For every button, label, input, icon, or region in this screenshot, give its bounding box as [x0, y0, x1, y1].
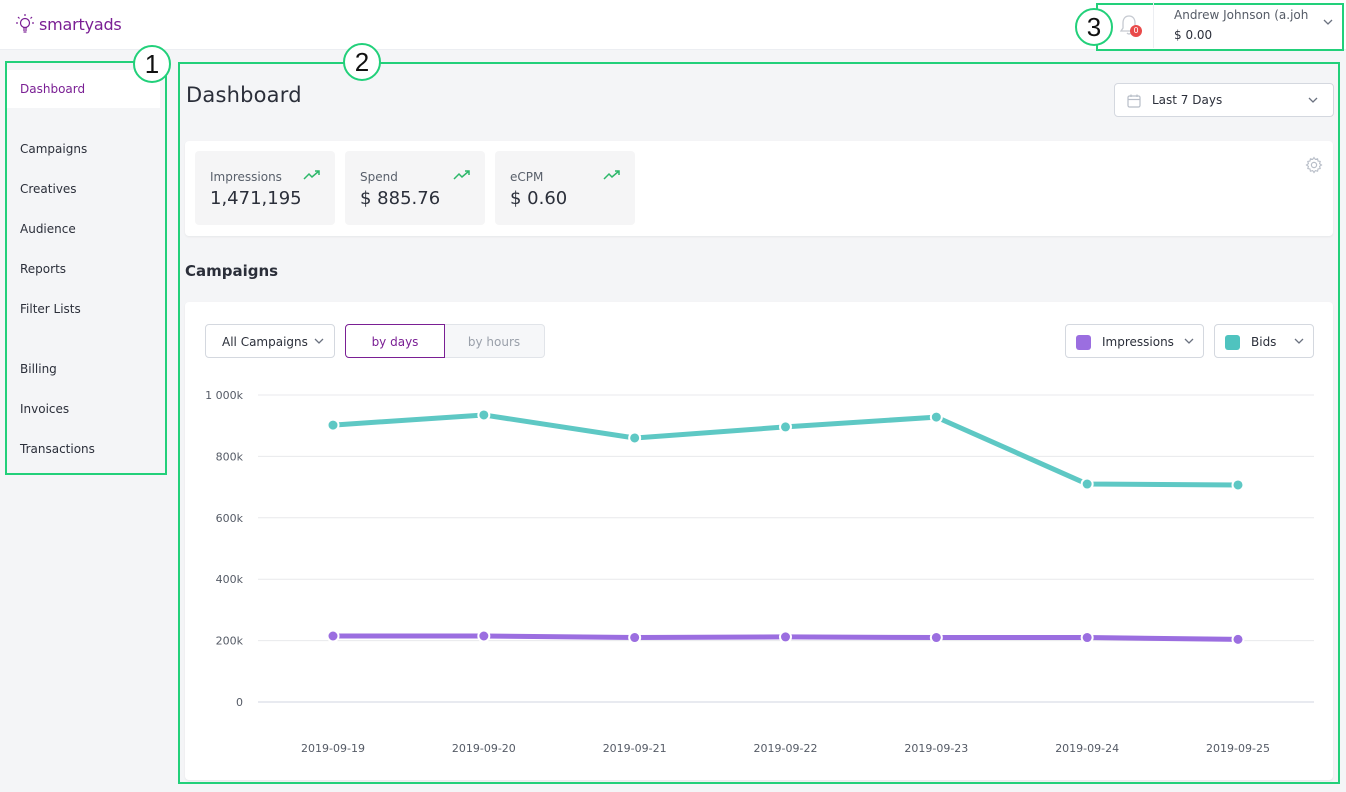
x-tick-label: 2019-09-23 — [904, 742, 968, 755]
callout-marker: 2 — [343, 43, 381, 81]
tab-by-days[interactable]: by days — [345, 324, 445, 358]
data-point-impressions — [628, 631, 642, 645]
data-point-bids — [779, 420, 792, 434]
data-point-bids — [628, 431, 642, 445]
callout-marker: 3 — [1075, 8, 1113, 46]
data-point-impressions — [326, 629, 340, 643]
data-point-bids — [326, 418, 340, 432]
x-tick-label: 2019-09-21 — [603, 742, 667, 755]
y-tick-label: 0 — [236, 696, 243, 709]
x-tick-label: 2019-09-19 — [301, 742, 365, 755]
x-tick-label: 2019-09-24 — [1055, 742, 1119, 755]
data-point-impressions — [1080, 631, 1094, 645]
data-point-impressions — [779, 630, 792, 644]
data-point-impressions — [477, 629, 491, 643]
data-point-impressions — [929, 631, 943, 645]
data-point-bids — [1080, 477, 1094, 491]
y-tick-label: 1 000k — [205, 389, 243, 402]
y-tick-label: 600k — [216, 512, 244, 525]
data-point-bids — [929, 410, 943, 424]
data-point-bids — [1231, 478, 1245, 492]
x-tick-label: 2019-09-25 — [1206, 742, 1270, 755]
x-tick-label: 2019-09-20 — [452, 742, 516, 755]
data-point-impressions — [1231, 632, 1245, 646]
y-tick-label: 400k — [216, 573, 244, 586]
data-point-bids — [477, 408, 491, 422]
campaigns-line-chart: 0 200k 400k 600k 800k 1 000k 2019-09-19 2019-09… — [205, 389, 1314, 755]
y-tick-label: 800k — [216, 450, 244, 463]
y-tick-label: 200k — [216, 635, 244, 648]
callout-marker: 1 — [133, 45, 171, 83]
x-tick-label: 2019-09-22 — [754, 742, 818, 755]
